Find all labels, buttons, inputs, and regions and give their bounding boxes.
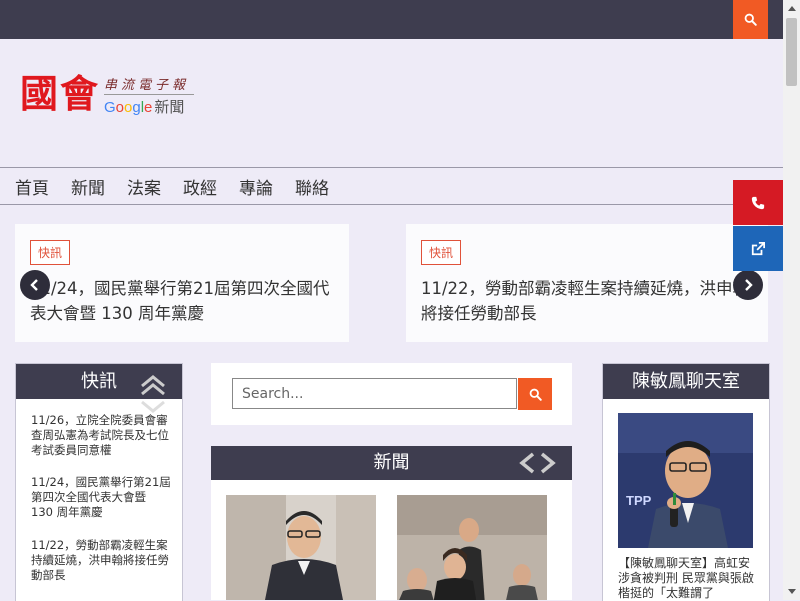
flash-list-item[interactable]: 11/22，勞動部霸凌輕生案持續延燒，洪申翰將接任勞動部長: [31, 538, 171, 583]
flash-text[interactable]: 11/22，勞動部霸凌輕生案持續延燒，洪申翰將接任勞動部長: [421, 276, 751, 326]
top-bar: [0, 0, 783, 39]
chatroom-photo[interactable]: TPP: [618, 413, 753, 548]
nav-item-bills[interactable]: 法案: [127, 174, 161, 199]
flash-card-1[interactable]: 快訊 11/24，國民黨舉行第21屆第四次全國代表大會暨 130 周年黨慶: [15, 224, 349, 342]
share-icon: [751, 241, 765, 255]
google-wordmark: Google: [104, 99, 152, 116]
news-photo-image: [397, 495, 547, 600]
nav-item-contact[interactable]: 聯絡: [295, 174, 329, 199]
chatroom-photo-image: TPP: [618, 413, 753, 548]
chatroom-panel: 陳敏鳳聊天室 TPP 【陳敏鳳聊天室】高虹安涉貪被判刑 民眾黨與張啟楷挺的「太難…: [602, 363, 770, 601]
scroll-down-arrow-icon[interactable]: [783, 583, 800, 600]
flash-text[interactable]: 11/24，國民黨舉行第21屆第四次全國代表大會暨 130 周年黨慶: [30, 276, 340, 326]
nav-item-news[interactable]: 新聞: [71, 174, 105, 199]
chatroom-panel-title: 陳敏鳳聊天室: [632, 371, 740, 392]
chevron-up-down-icon[interactable]: [140, 373, 166, 413]
scroll-up-arrow-icon[interactable]: [783, 0, 800, 17]
nav-item-economy[interactable]: 政經: [183, 174, 217, 199]
flash-badge: 快訊: [30, 240, 71, 265]
nav-item-column[interactable]: 專論: [239, 174, 273, 199]
search-submit-button[interactable]: [518, 378, 552, 410]
chatroom-panel-header: 陳敏鳳聊天室: [603, 364, 769, 399]
chevron-right-icon[interactable]: [539, 452, 557, 474]
page-scrollbar[interactable]: [783, 0, 800, 600]
chevron-left-icon: [30, 279, 38, 291]
flash-badge: 快訊: [421, 240, 462, 265]
flash-news-panel: 快訊 11/26，立院全院委員會審查周弘憲為考試院長及七位考試委員同意權 11/…: [15, 363, 183, 601]
tpp-sign: TPP: [626, 493, 652, 508]
google-letter: g: [132, 99, 141, 116]
search-icon: [529, 388, 542, 401]
google-letter: o: [115, 99, 125, 116]
news-photo-image: [226, 495, 376, 600]
top-search-button[interactable]: [733, 0, 768, 39]
logo-divider: [104, 94, 194, 95]
news-photo-1[interactable]: [226, 495, 376, 600]
logo-google-news: Google 新聞: [104, 99, 184, 117]
chevron-right-icon: [745, 279, 753, 291]
news-panel: 新聞: [211, 446, 572, 600]
search-widget: [211, 363, 572, 425]
google-letter: e: [144, 99, 153, 116]
flash-list-item[interactable]: 11/24，國民黨舉行第21屆第四次全國代表大會暨 130 周年黨慶: [31, 475, 171, 520]
carousel-prev-button[interactable]: [20, 270, 50, 300]
main-nav: 首頁 新聞 法案 政經 專論 聯絡: [0, 167, 783, 205]
google-letter: G: [104, 99, 116, 116]
flash-list-item[interactable]: 11/26，立院全院委員會審查周弘憲為考試院長及七位考試委員同意權: [31, 413, 171, 458]
logo-main-text: 國會: [20, 71, 101, 116]
logo-news-text: 新聞: [154, 99, 185, 116]
site-logo[interactable]: 國會 串流電子報 Google 新聞: [20, 70, 200, 130]
chatroom-caption[interactable]: 【陳敏鳳聊天室】高虹安涉貪被判刑 民眾黨與張啟楷挺的「太難謂了: [618, 556, 758, 601]
news-panel-header: 新聞: [211, 446, 572, 480]
floating-phone-button[interactable]: [733, 180, 783, 225]
flash-card-2[interactable]: 快訊 11/22，勞動部霸凌輕生案持續延燒，洪申翰將接任勞動部長: [406, 224, 768, 342]
carousel-next-button[interactable]: [733, 270, 763, 300]
phone-icon: [751, 196, 765, 209]
search-icon: [744, 13, 757, 26]
search-input[interactable]: [232, 378, 517, 409]
chevron-left-icon[interactable]: [518, 452, 536, 474]
flash-panel-header: 快訊: [16, 364, 182, 413]
scrollbar-thumb[interactable]: [786, 18, 797, 86]
logo-subtitle: 串流電子報: [104, 78, 190, 93]
news-photo-2[interactable]: [397, 495, 547, 600]
nav-item-home[interactable]: 首頁: [15, 174, 49, 199]
floating-share-button[interactable]: [733, 226, 783, 271]
